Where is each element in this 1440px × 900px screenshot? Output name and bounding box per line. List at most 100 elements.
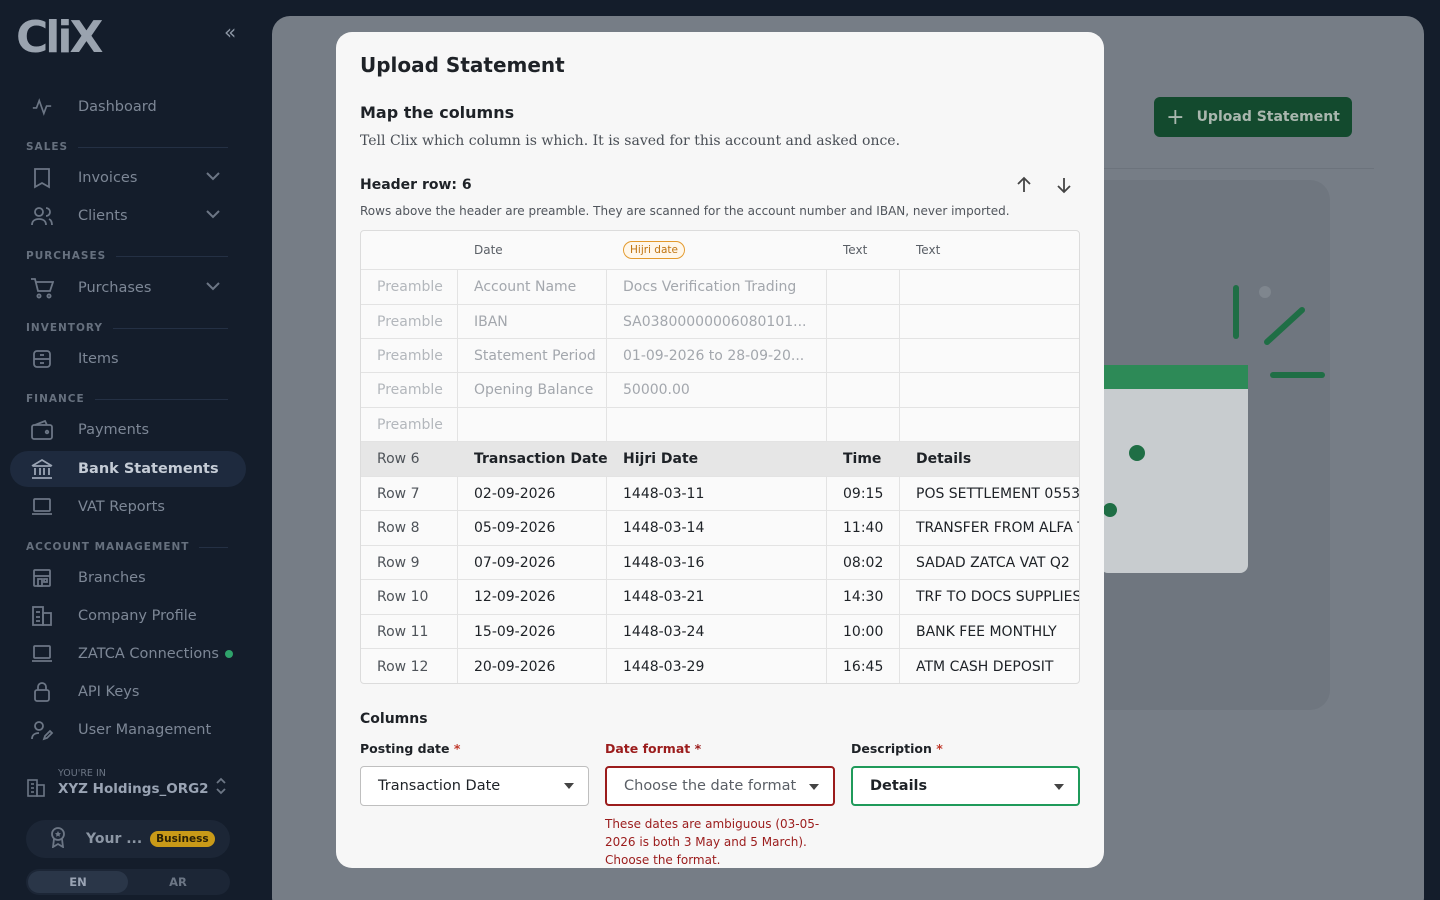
description-label: Description * — [851, 741, 943, 756]
org-name: XYZ Holdings_ORG2 — [58, 781, 209, 797]
sidebar-item-vat-reports[interactable]: VAT Reports — [10, 489, 246, 525]
dropdown-caret-icon — [564, 783, 574, 789]
row-label: Row 6 — [377, 451, 420, 467]
sidebar-item-zatca-connections[interactable]: ZATCA Connections — [10, 636, 246, 672]
table-cell: 1448-03-11 — [607, 477, 827, 510]
table-row[interactable]: Row 9 07-09-2026 1448-03-16 08:02 SADAD … — [361, 546, 1079, 580]
plan-label: Your ... — [86, 831, 143, 847]
table-cell — [827, 270, 900, 304]
sidebar-item-label: Company Profile — [78, 608, 197, 624]
table-cell: ATM CASH DEPOSIT — [916, 658, 1054, 675]
sidebar-item-branches[interactable]: Branches — [10, 560, 246, 596]
date-format-label: Date format * — [605, 741, 701, 756]
row-label: Row 9 — [361, 546, 458, 579]
language-en-button[interactable]: EN — [28, 871, 128, 893]
column-type-row: Date Hijri date Text Text — [361, 231, 1079, 270]
table-row[interactable]: Row 12 20-09-2026 1448-03-29 16:45 ATM C… — [361, 649, 1079, 683]
sidebar-item-invoices[interactable]: Invoices — [10, 160, 246, 196]
table-row[interactable]: Row 8 05-09-2026 1448-03-14 11:40 TRANSF… — [361, 511, 1079, 546]
upload-statement-button[interactable]: + Upload Statement — [1154, 97, 1352, 137]
wallet-icon — [30, 418, 54, 442]
table-cell: 14:30 — [827, 580, 900, 614]
field-label-text: Description — [851, 741, 932, 756]
section-title: Map the columns — [360, 103, 515, 122]
description-value: Details — [870, 778, 928, 794]
bank-icon — [30, 457, 54, 481]
sidebar-item-api-keys[interactable]: API Keys — [10, 674, 246, 710]
activity-icon — [30, 95, 54, 119]
column-type-cell — [361, 231, 458, 269]
required-marker: * — [694, 741, 702, 756]
table-cell: 11:40 — [827, 511, 900, 545]
table-cell: 12-09-2026 — [458, 580, 607, 614]
preamble-row[interactable]: Preamble — [361, 408, 1079, 442]
table-cell: 1448-03-14 — [607, 511, 827, 545]
description-select[interactable]: Details — [851, 766, 1080, 806]
collapse-sidebar-icon[interactable]: « — [224, 20, 236, 44]
date-format-placeholder: Choose the date format — [624, 778, 797, 794]
dialog-title: Upload Statement — [360, 53, 565, 77]
header-note: Rows above the header are preamble. They… — [360, 204, 1010, 218]
sidebar-item-user-management[interactable]: User Management — [10, 712, 246, 748]
table-row[interactable]: Row 7 02-09-2026 1448-03-11 09:15 POS SE… — [361, 477, 1080, 511]
table-cell — [827, 408, 900, 441]
table-row[interactable]: Row 11 15-09-2026 1448-03-24 10:00 BANK … — [361, 615, 1079, 649]
sidebar-item-label: API Keys — [78, 684, 140, 700]
move-header-down-button[interactable] — [1052, 173, 1076, 197]
users-icon — [30, 204, 54, 228]
section-sales: SALES — [26, 141, 228, 153]
row-label: Preamble — [361, 270, 458, 304]
column-type-cell: Date — [474, 243, 503, 257]
hijri-date-badge: Hijri date — [623, 241, 685, 259]
sidebar-item-payments[interactable]: Payments — [10, 412, 246, 448]
chevron-down-icon[interactable] — [206, 208, 220, 222]
language-ar-button[interactable]: AR — [128, 871, 228, 893]
row-label: Row 7 — [361, 477, 458, 510]
table-cell: 10:00 — [827, 615, 900, 648]
sidebar-item-clients[interactable]: Clients — [10, 198, 246, 234]
sidebar: CliX « Dashboard SALES Invoices Clients … — [0, 0, 272, 900]
table-cell: 16:45 — [827, 649, 900, 683]
organization-switcher[interactable]: YOU'RE IN XYZ Holdings_ORG2 — [26, 768, 236, 797]
sidebar-item-label: Payments — [78, 422, 150, 438]
plus-icon: + — [1166, 104, 1185, 130]
divider — [1100, 168, 1374, 169]
sidebar-item-company-profile[interactable]: Company Profile — [10, 598, 246, 634]
table-cell: 1448-03-21 — [607, 580, 827, 614]
table-cell: BANK FEE MONTHLY — [916, 623, 1057, 640]
preamble-row[interactable]: Preamble IBAN SA03800000006080101... — [361, 305, 1079, 339]
chevron-down-icon[interactable] — [206, 170, 220, 184]
sidebar-item-items[interactable]: Items — [10, 341, 246, 377]
preamble-row[interactable]: Preamble Opening Balance 50000.00 — [361, 373, 1079, 408]
table-cell: 15-09-2026 — [458, 615, 607, 648]
clix-logo[interactable]: CliX — [16, 12, 103, 63]
laptop-icon — [30, 495, 54, 519]
table-cell: IBAN — [458, 305, 607, 338]
award-icon — [48, 826, 68, 852]
org-caption: YOU'RE IN — [58, 768, 106, 779]
sidebar-item-label: Invoices — [78, 170, 138, 186]
building-icon — [30, 604, 54, 628]
table-cell: 08:02 — [827, 546, 900, 579]
plan-card[interactable]: Your ... Business — [26, 820, 230, 858]
move-header-up-button[interactable] — [1012, 173, 1036, 197]
sidebar-item-dashboard[interactable]: Dashboard — [10, 89, 246, 125]
preamble-row[interactable]: Preamble Statement Period 01-09-2026 to … — [361, 339, 1079, 373]
sidebar-item-label: Dashboard — [78, 99, 157, 115]
table-cell: POS SETTLEMENT 0553 — [916, 485, 1080, 502]
sidebar-item-label: ZATCA Connections — [78, 646, 219, 662]
table-cell: SADAD ZATCA VAT Q2 — [916, 554, 1070, 571]
date-format-select[interactable]: Choose the date format — [605, 766, 835, 806]
table-row[interactable]: Row 10 12-09-2026 1448-03-21 14:30 TRF T… — [361, 580, 1079, 615]
preamble-row[interactable]: Preamble Account Name Docs Verification … — [361, 270, 1079, 305]
sidebar-item-purchases[interactable]: Purchases — [10, 270, 246, 306]
selected-header-row[interactable]: Row 6 Transaction Date Hijri Date Time D… — [361, 442, 1079, 477]
section-account-management: ACCOUNT MANAGEMENT — [26, 541, 228, 553]
store-icon — [30, 566, 54, 590]
sidebar-item-bank-statements[interactable]: Bank Statements — [10, 451, 246, 487]
posting-date-select[interactable]: Transaction Date — [360, 766, 589, 806]
sidebar-item-label: Bank Statements — [78, 461, 219, 477]
table-cell: 1448-03-29 — [607, 649, 827, 683]
chevron-down-icon[interactable] — [206, 280, 220, 294]
user-edit-icon — [30, 718, 54, 742]
